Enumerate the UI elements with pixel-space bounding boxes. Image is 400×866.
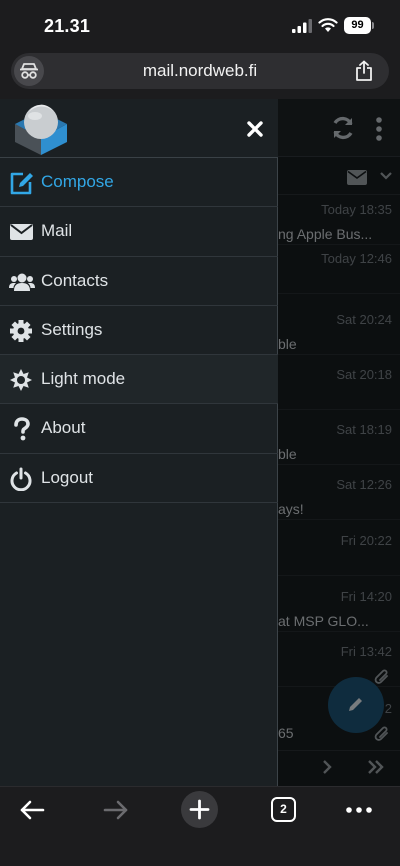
tab-count-button[interactable]: 2 [271,797,296,822]
address-bar[interactable]: mail.nordweb.fi [11,53,389,89]
back-arrow-icon[interactable] [19,799,45,821]
menu-item-about[interactable]: About [0,404,278,454]
envelope-icon [10,224,33,241]
wifi-icon [318,18,338,32]
menu-label: Light mode [41,369,126,389]
menu-label: Settings [41,319,103,339]
forward-arrow-icon[interactable] [103,799,129,821]
share-icon[interactable] [355,60,373,82]
navigation-drawer: Compose Mail Contacts Settings Light mod… [0,99,278,786]
menu-label: Mail [41,221,73,241]
menu-item-mail[interactable]: Mail [0,207,278,257]
menu-item-settings[interactable]: Settings [0,306,278,356]
menu-label: Contacts [41,270,109,290]
roundcube-logo [15,104,67,155]
battery-indicator: 99 [344,17,374,34]
new-tab-button[interactable] [181,791,218,828]
battery-level: 99 [344,17,371,34]
menu-label: About [41,418,86,438]
sun-icon [10,369,32,392]
gear-icon [10,319,32,342]
menu-item-light-mode[interactable]: Light mode [0,355,278,405]
menu-item-contacts[interactable]: Contacts [0,257,278,306]
users-icon [9,273,35,291]
status-bar: 21.31 99 [0,0,400,52]
menu-label: Compose [41,172,114,191]
more-horizontal-icon[interactable] [346,807,372,813]
browser-address-area: mail.nordweb.fi [0,52,400,99]
drawer-header [0,99,278,158]
question-icon [14,417,30,441]
compose-icon [10,172,33,195]
plus-icon [189,799,210,820]
browser-toolbar: 2 [0,786,400,866]
power-icon [10,467,32,491]
menu-label: Logout [41,467,93,487]
menu-item-compose[interactable]: Compose [0,158,278,208]
url-text: mail.nordweb.fi [142,61,258,80]
drawer-menu: Compose Mail Contacts Settings Light mod… [0,158,278,504]
close-icon[interactable] [241,115,269,143]
status-time: 21.31 [44,16,91,36]
signal-icon [292,19,312,33]
menu-item-logout[interactable]: Logout [0,454,278,504]
